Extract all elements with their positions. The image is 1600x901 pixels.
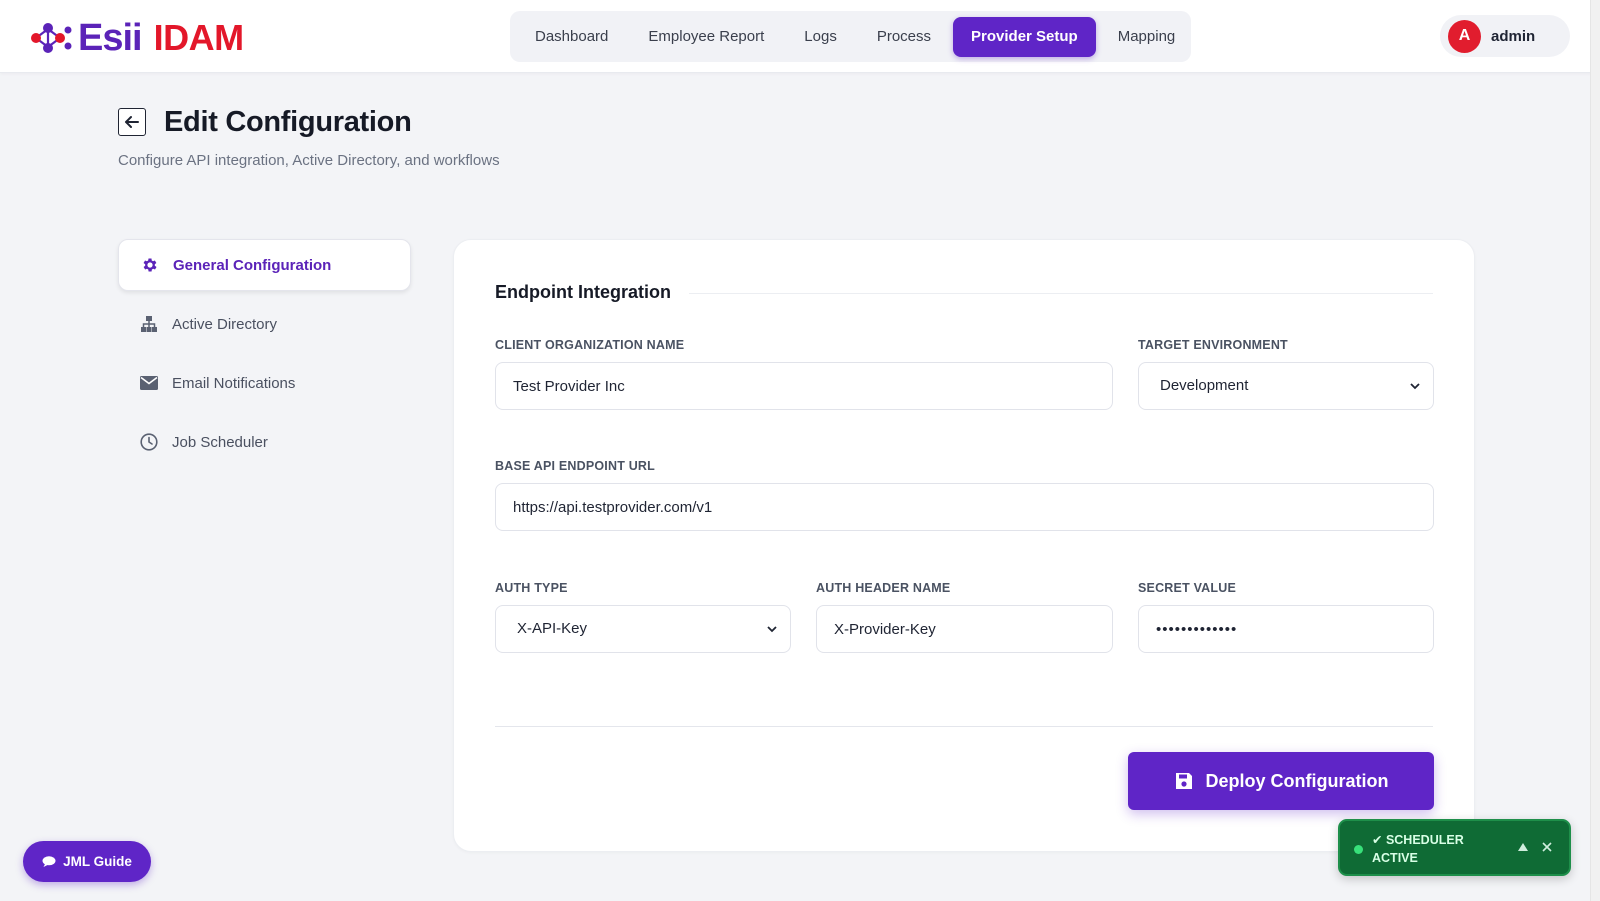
target-env-label: Target Environment xyxy=(1138,338,1288,352)
side-item-label: Job Scheduler xyxy=(172,433,268,451)
nav-logs[interactable]: Logs xyxy=(786,17,855,57)
close-icon[interactable] xyxy=(1540,840,1554,854)
status-dot xyxy=(1354,845,1363,854)
auth-header-label: Auth Header Name xyxy=(816,581,951,595)
config-side-menu: General Configuration Active Directory E… xyxy=(118,239,411,475)
nav-employee-report[interactable]: Employee Report xyxy=(630,17,782,57)
page-scrollbar[interactable] xyxy=(1590,0,1600,901)
auth-header-input[interactable] xyxy=(816,605,1113,653)
base-url-label: Base API Endpoint URL xyxy=(495,459,655,473)
jml-guide-button[interactable]: JML Guide xyxy=(23,841,151,882)
side-item-active-directory[interactable]: Active Directory xyxy=(118,298,411,350)
secret-value-input[interactable] xyxy=(1138,605,1434,653)
page-subtitle: Configure API integration, Active Direct… xyxy=(118,152,500,169)
auth-type-select[interactable]: X-API-Key xyxy=(495,605,791,653)
avatar: A xyxy=(1448,19,1481,53)
side-item-label: Email Notifications xyxy=(172,374,296,392)
caret-up-icon[interactable] xyxy=(1516,840,1530,854)
main-nav: Dashboard Employee Report Logs Process P… xyxy=(510,11,1191,62)
envelope-icon xyxy=(140,374,158,392)
page-title: Edit Configuration xyxy=(164,106,412,138)
chat-bubble-icon xyxy=(42,856,56,867)
target-env-select[interactable]: Development xyxy=(1138,362,1434,410)
arrow-left-icon xyxy=(125,116,139,128)
clock-icon xyxy=(140,433,158,451)
side-item-general-configuration[interactable]: General Configuration xyxy=(118,239,411,291)
scheduler-status-toast: ✔ Scheduler Active xyxy=(1338,819,1571,876)
gear-icon xyxy=(141,256,159,274)
deploy-configuration-button[interactable]: Deploy Configuration xyxy=(1128,752,1434,810)
side-item-label: Active Directory xyxy=(172,315,278,333)
form-divider xyxy=(495,726,1433,727)
target-env-value: Development xyxy=(1160,377,1249,394)
auth-type-label: Auth Type xyxy=(495,581,568,595)
user-menu[interactable]: A admin xyxy=(1440,15,1570,57)
client-org-input[interactable] xyxy=(495,362,1113,410)
logo-text-esii: Esii xyxy=(78,17,143,59)
network-logo-icon xyxy=(31,23,72,53)
nav-process[interactable]: Process xyxy=(859,17,949,57)
secret-value-label: Secret Value xyxy=(1138,581,1237,595)
side-item-email-notifications[interactable]: Email Notifications xyxy=(118,357,411,409)
jml-guide-label: JML Guide xyxy=(63,854,132,869)
chevron-down-icon xyxy=(1410,383,1420,390)
deploy-label: Deploy Configuration xyxy=(1205,770,1389,791)
nav-dashboard[interactable]: Dashboard xyxy=(517,17,626,57)
user-name: admin xyxy=(1491,27,1536,45)
top-header: Esii IDAM Dashboard Employee Report Logs… xyxy=(0,0,1600,73)
section-title: Endpoint Integration xyxy=(495,282,689,303)
scheduler-status-text: ✔ Scheduler Active xyxy=(1372,833,1464,865)
side-item-label: General Configuration xyxy=(173,256,332,274)
back-button[interactable] xyxy=(118,108,146,136)
chevron-down-icon xyxy=(767,626,777,633)
base-url-input[interactable] xyxy=(495,483,1434,531)
client-org-label: Client Organization Name xyxy=(495,338,685,352)
auth-type-value: X-API-Key xyxy=(517,620,588,637)
nav-mapping[interactable]: Mapping xyxy=(1100,17,1194,57)
nav-provider-setup[interactable]: Provider Setup xyxy=(953,16,1096,57)
logo-text-idam: IDAM xyxy=(153,17,245,58)
endpoint-integration-card: Endpoint Integration Client Organization… xyxy=(453,239,1475,852)
side-item-job-scheduler[interactable]: Job Scheduler xyxy=(118,416,411,468)
app-logo[interactable]: Esii IDAM xyxy=(28,18,244,58)
save-icon xyxy=(1175,773,1192,789)
sitemap-icon xyxy=(140,315,158,333)
